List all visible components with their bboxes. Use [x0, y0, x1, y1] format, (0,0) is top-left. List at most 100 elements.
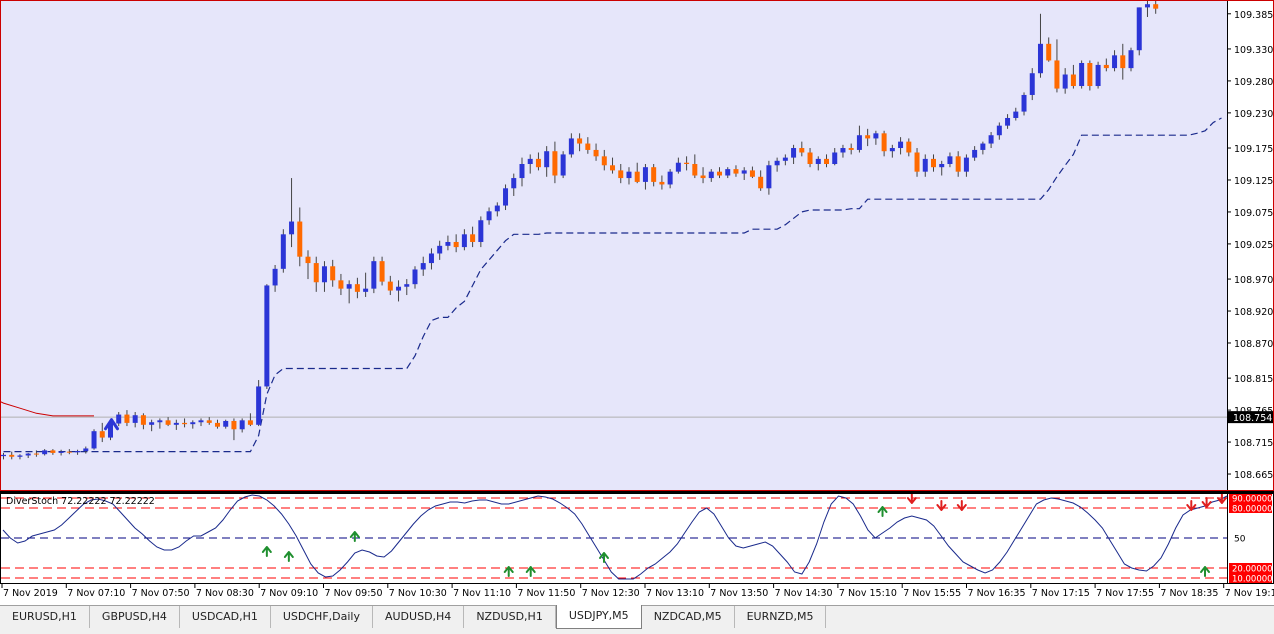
- candle: [577, 138, 583, 144]
- candle: [601, 156, 607, 166]
- candle: [305, 256, 311, 264]
- indicator-label: DiverStoch 72.22222 72.22222: [6, 496, 155, 507]
- candle: [511, 178, 517, 189]
- tab-eurusd-h1[interactable]: EURUSD,H1: [0, 606, 90, 628]
- tab-eurnzd-m5[interactable]: EURNZD,M5: [735, 606, 827, 628]
- time-tick-label: 7 Nov 16:35: [968, 588, 1026, 599]
- candle: [848, 148, 854, 150]
- candle: [568, 138, 574, 155]
- price-pane: 109.385 109.330 109.280 109.230 109.175 109.1…: [0, 0, 1274, 491]
- candle: [404, 284, 410, 287]
- tab-usdchf-daily[interactable]: USDCHF,Daily: [271, 606, 373, 628]
- candle: [83, 448, 89, 452]
- candle: [1136, 7, 1142, 51]
- candle: [626, 171, 632, 179]
- candle: [280, 234, 286, 269]
- candle: [363, 288, 369, 292]
- price-tick-label: 109.280: [1234, 77, 1273, 88]
- candle: [1128, 50, 1134, 69]
- candle: [815, 158, 821, 164]
- candle: [412, 269, 418, 285]
- time-axis: 7 Nov 2019 7 Nov 07:10 7 Nov 07:50 7 Nov 08…: [0, 584, 1274, 605]
- candle: [346, 284, 352, 289]
- candle: [1070, 74, 1076, 87]
- candle: [354, 284, 360, 292]
- tab-usdjpy-m5[interactable]: USDJPY,M5: [555, 605, 642, 629]
- price-tick-label: 109.125: [1234, 176, 1273, 187]
- candle: [527, 158, 533, 164]
- price-tick-label: 108.665: [1234, 470, 1273, 481]
- time-tick-label: 7 Nov 13:50: [710, 588, 768, 599]
- candle: [503, 188, 509, 206]
- candle: [478, 220, 484, 242]
- candle: [1144, 4, 1150, 8]
- price-tick-label: 109.025: [1234, 240, 1273, 251]
- candle: [873, 133, 879, 139]
- candle: [733, 169, 739, 174]
- candle: [33, 453, 39, 455]
- candle: [379, 261, 385, 282]
- candle: [494, 205, 500, 212]
- candle: [1062, 74, 1068, 89]
- candle: [651, 167, 657, 182]
- candle: [1037, 43, 1043, 74]
- candle: [313, 263, 319, 283]
- candle: [642, 167, 648, 182]
- candle: [198, 420, 204, 423]
- candle: [50, 450, 56, 453]
- candle: [321, 266, 327, 283]
- candle: [190, 422, 196, 425]
- candle: [223, 420, 229, 427]
- chart-window[interactable]: 109.385 109.330 109.280 109.230 109.175 109.1…: [0, 0, 1274, 633]
- time-tick-label: 7 Nov 13:10: [646, 588, 704, 599]
- candle: [560, 154, 566, 176]
- price-tick-label: 109.330: [1234, 45, 1273, 56]
- candle: [25, 453, 31, 456]
- candle: [618, 170, 624, 179]
- candle: [239, 420, 245, 430]
- tab-usdcad-h1[interactable]: USDCAD,H1: [180, 606, 271, 628]
- price-tick-label: 109.075: [1234, 208, 1273, 219]
- candle: [963, 157, 969, 172]
- candle: [1021, 94, 1027, 112]
- candle: [461, 234, 467, 248]
- candle: [692, 164, 698, 176]
- candle: [856, 135, 862, 150]
- tab-nzdcad-m5[interactable]: NZDCAD,M5: [642, 606, 735, 628]
- candle: [75, 451, 81, 453]
- pane-separator: [0, 491, 1274, 493]
- candle: [272, 268, 278, 286]
- candle: [1112, 55, 1118, 69]
- candle: [264, 285, 270, 387]
- time-tick-label: 7 Nov 15:10: [839, 588, 897, 599]
- candle: [717, 171, 723, 176]
- candle: [675, 162, 681, 172]
- candle: [206, 420, 212, 423]
- candle: [758, 176, 764, 189]
- candle: [585, 143, 591, 150]
- candle: [1054, 60, 1060, 89]
- candle: [297, 221, 303, 257]
- tab-audusd-h4[interactable]: AUDUSD,H4: [373, 606, 465, 628]
- time-tick-label: 7 Nov 10:30: [389, 588, 447, 599]
- candle: [214, 422, 220, 427]
- candle: [1079, 63, 1085, 87]
- current-price-label: 108.754: [1233, 413, 1272, 424]
- candle: [914, 152, 920, 172]
- time-tick-label: 7 Nov 07:50: [132, 588, 190, 599]
- tab-nzdusd-h1[interactable]: NZDUSD,H1: [464, 606, 556, 628]
- candle: [247, 420, 253, 425]
- candle: [667, 171, 673, 185]
- tab-gbpusd-h4[interactable]: GBPUSD,H4: [90, 606, 180, 628]
- candle: [684, 162, 690, 164]
- candle: [782, 157, 788, 161]
- candle: [774, 160, 780, 166]
- candle: [1029, 73, 1035, 95]
- candle: [1087, 63, 1093, 87]
- candle: [1153, 4, 1159, 9]
- candle: [939, 164, 945, 168]
- candle: [387, 281, 393, 291]
- time-tick-label: 7 Nov 17:55: [1096, 588, 1154, 599]
- candle: [371, 261, 377, 289]
- time-tick-label: 7 Nov 14:30: [775, 588, 833, 599]
